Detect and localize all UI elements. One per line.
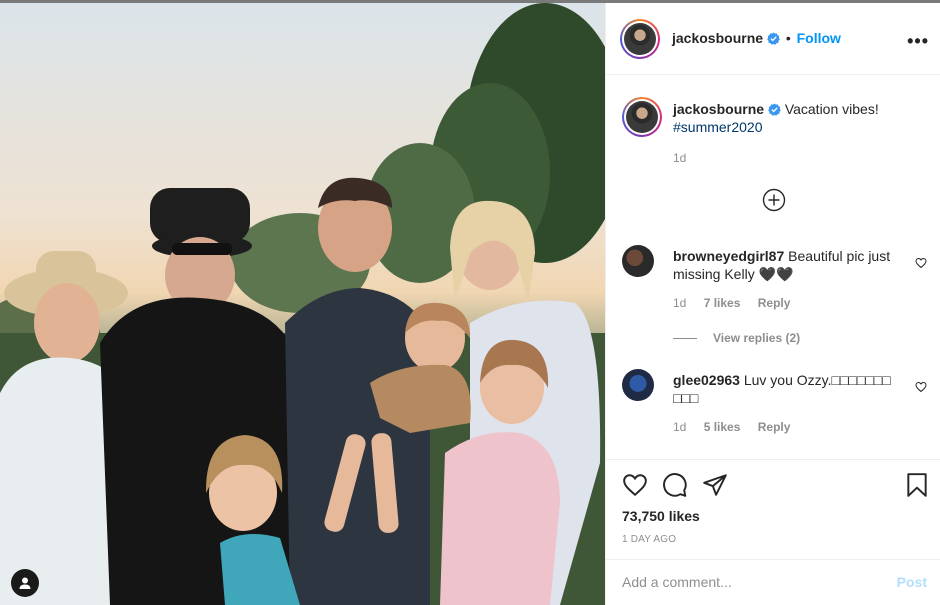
verified-badge-icon <box>768 103 781 116</box>
heart-icon[interactable] <box>915 257 927 269</box>
author-username[interactable]: jackosbourne <box>672 30 763 46</box>
reply-button[interactable]: Reply <box>758 420 791 434</box>
add-circle-icon[interactable] <box>762 188 786 212</box>
comment-item: browneyedgirl87 Beautiful pic just missi… <box>622 245 927 355</box>
comment-username[interactable]: browneyedgirl87 <box>673 248 784 264</box>
likes-count[interactable]: 73,750 likes <box>622 508 700 524</box>
author-avatar[interactable] <box>620 19 660 59</box>
follow-button[interactable]: Follow <box>797 30 841 46</box>
user-tag-icon[interactable] <box>11 569 39 597</box>
comment-likes[interactable]: 7 likes <box>704 296 741 310</box>
post-comment-button[interactable]: Post <box>897 574 927 590</box>
comment-likes[interactable]: 5 likes <box>704 420 741 434</box>
comment-meta: 1d 5 likes Reply <box>673 420 804 434</box>
comment-time[interactable]: 1d <box>673 296 686 310</box>
post-photo[interactable] <box>0 3 605 605</box>
caption-hashtag[interactable]: #summer2020 <box>673 119 763 135</box>
post-side-panel: jackosbourne • Follow ••• jackosbourne V… <box>605 3 940 605</box>
caption-time[interactable]: 1d <box>673 151 686 165</box>
share-icon[interactable] <box>702 472 728 498</box>
comment-icon[interactable] <box>662 472 688 498</box>
heart-icon[interactable] <box>915 381 927 393</box>
heart-icon[interactable] <box>622 472 648 498</box>
commenter-avatar[interactable] <box>622 369 654 401</box>
caption-username[interactable]: jackosbourne <box>673 101 764 117</box>
commenter-avatar[interactable] <box>622 245 654 277</box>
caption-meta: 1d <box>673 151 700 165</box>
comment-composer: Post <box>606 559 940 605</box>
comment-time[interactable]: 1d <box>673 420 686 434</box>
post-timestamp[interactable]: 1 DAY AGO <box>622 534 676 545</box>
separator-dot: • <box>785 30 791 46</box>
verified-badge-icon <box>767 32 780 45</box>
caption-text: jackosbourne Vacation vibes! #summer2020 <box>673 100 913 136</box>
comment-text: browneyedgirl87 Beautiful pic just missi… <box>673 247 898 283</box>
reply-button[interactable]: Reply <box>758 296 791 310</box>
family-photo-illustration <box>0 3 605 605</box>
bookmark-icon[interactable] <box>904 472 930 498</box>
more-options-icon[interactable]: ••• <box>907 31 929 52</box>
caption-avatar[interactable] <box>622 97 662 137</box>
author-line: jackosbourne • Follow <box>672 30 841 46</box>
comments-section: jackosbourne Vacation vibes! #summer2020… <box>606 75 940 459</box>
post-actions: 73,750 likes 1 DAY AGO <box>606 459 940 559</box>
caption-row: jackosbourne Vacation vibes! #summer2020… <box>622 97 927 177</box>
add-comment-input[interactable] <box>622 574 872 590</box>
comment-text: glee02963 Luv you Ozzy.□□□□□□□□□□ <box>673 371 893 407</box>
comment-item: glee02963 Luv you Ozzy.□□□□□□□□□□ 1d 5 l… <box>622 369 927 439</box>
comment-meta: 1d 7 likes Reply <box>673 296 804 310</box>
comment-username[interactable]: glee02963 <box>673 372 740 388</box>
post-header: jackosbourne • Follow ••• <box>606 3 940 75</box>
view-replies-button[interactable]: View replies (2) <box>673 331 800 345</box>
caption-body: Vacation vibes! <box>784 101 879 117</box>
